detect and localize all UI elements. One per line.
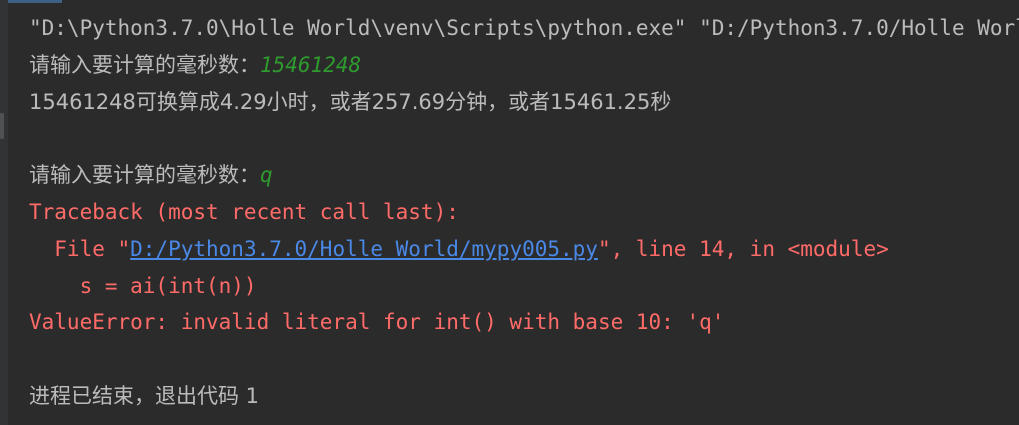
input-line-1: 请输入要计算的毫秒数：15461248 — [29, 47, 1019, 84]
exit-message: 进程已结束，退出代码 1 — [29, 383, 260, 408]
run-console: "D:\Python3.7.0\Holle World\venv\Scripts… — [0, 0, 1019, 425]
run-tab-indicator[interactable] — [0, 0, 62, 3]
traceback-code-line: s = ai(int(n)) — [29, 273, 257, 298]
source-file-link[interactable]: D:/Python3.7.0/Holle World/mypy005.py — [130, 237, 598, 261]
console-output[interactable]: "D:\Python3.7.0\Holle World\venv\Scripts… — [29, 10, 1019, 415]
input-prompt: 请输入要计算的毫秒数： — [29, 52, 260, 77]
error-message: ValueError: invalid literal for int() wi… — [29, 310, 725, 335]
file-suffix: ", line 14, in <module> — [597, 236, 889, 261]
input-line-2: 请输入要计算的毫秒数：q — [29, 157, 1019, 194]
user-input-value: 15461248 — [260, 52, 362, 77]
command-line: "D:\Python3.7.0\Holle World\venv\Scripts… — [29, 16, 1019, 40]
console-gutter — [0, 0, 8, 425]
input-prompt: 请输入要计算的毫秒数： — [29, 163, 260, 188]
traceback-header: Traceback (most recent call last): — [29, 199, 459, 224]
user-input-value: q — [260, 163, 273, 188]
fold-marker[interactable] — [0, 113, 4, 139]
traceback-file-line: File "D:/Python3.7.0/Holle World/mypy005… — [29, 231, 1019, 268]
file-prefix: File " — [29, 236, 131, 261]
result-line: 15461248可换算成4.29小时，或者257.69分钟，或者15461.25… — [29, 89, 672, 114]
